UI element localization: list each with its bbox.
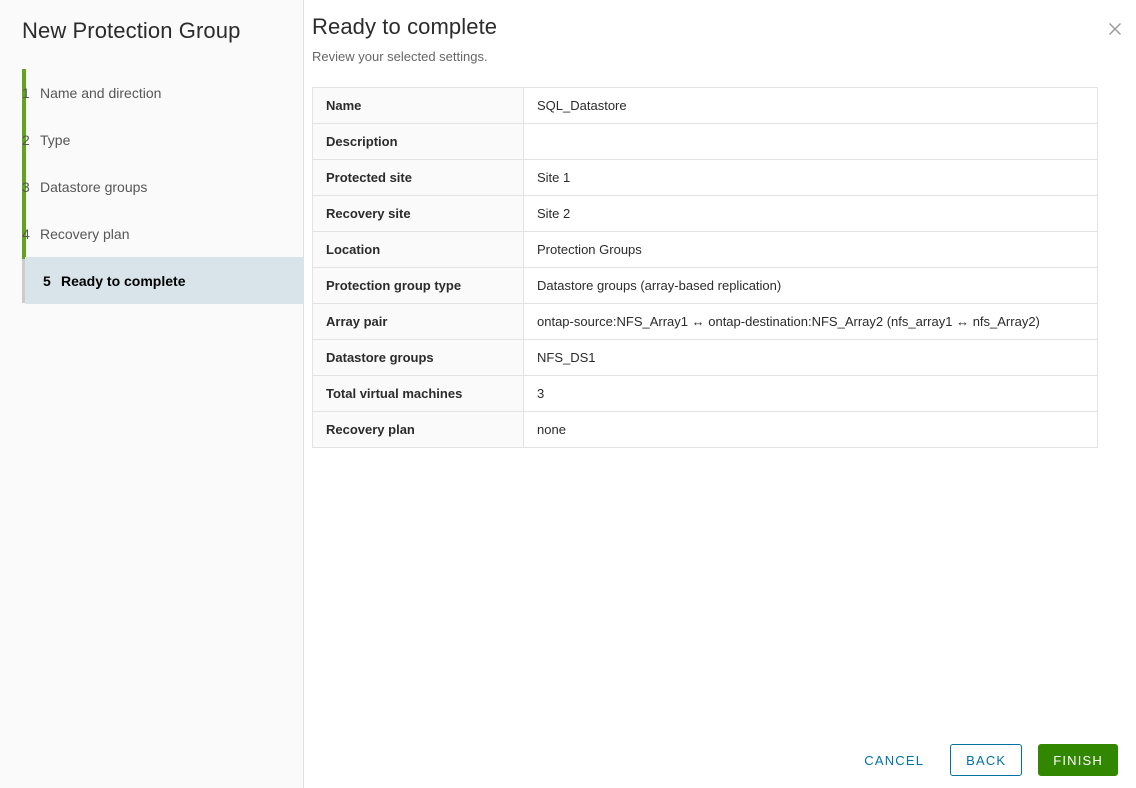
row-key: Recovery site	[312, 195, 524, 232]
sidebar-step-recovery-plan[interactable]: 4 Recovery plan	[0, 210, 303, 257]
row-key: Description	[312, 123, 524, 160]
row-key: Total virtual machines	[312, 375, 524, 412]
close-icon[interactable]	[1102, 16, 1128, 42]
row-value: 3	[523, 375, 1098, 412]
wizard-content: Ready to complete Review your selected s…	[304, 0, 1136, 788]
row-value: ontap-source:NFS_Array1 ↔ ontap-destinat…	[523, 303, 1098, 340]
table-row: Total virtual machines 3	[312, 375, 1098, 412]
row-key: Array pair	[312, 303, 524, 340]
wizard-step-list: 1 Name and direction 2 Type 3 Datastore …	[0, 69, 305, 304]
cancel-button[interactable]: Cancel	[854, 744, 934, 776]
row-key: Name	[312, 87, 524, 124]
step-number: 2	[22, 131, 30, 148]
table-row: Recovery site Site 2	[312, 195, 1098, 232]
row-value: Datastore groups (array-based replicatio…	[523, 267, 1098, 304]
table-row: Description	[312, 123, 1098, 160]
table-row: Protection group type Datastore groups (…	[312, 267, 1098, 304]
step-label: Ready to complete	[61, 272, 186, 289]
page-title: Ready to complete	[312, 14, 498, 39]
table-row: Protected site Site 1	[312, 159, 1098, 196]
sidebar-step-ready-to-complete[interactable]: 5 Ready to complete	[25, 257, 305, 304]
row-value: Site 2	[523, 195, 1098, 232]
wizard-title: New Protection Group	[22, 18, 241, 43]
row-value: SQL_Datastore	[523, 87, 1098, 124]
row-key: Protected site	[312, 159, 524, 196]
row-key: Location	[312, 231, 524, 268]
summary-table-wrap: Name SQL_Datastore Description Protected…	[304, 66, 1136, 448]
table-row: Recovery plan none	[312, 411, 1098, 448]
finish-button[interactable]: Finish	[1038, 744, 1118, 776]
table-row: Name SQL_Datastore	[312, 87, 1098, 124]
page-subtitle: Review your selected settings.	[312, 49, 488, 64]
step-label: Recovery plan	[40, 225, 130, 242]
row-key: Protection group type	[312, 267, 524, 304]
row-key: Datastore groups	[312, 339, 524, 376]
new-protection-group-wizard: New Protection Group 1 Name and directio…	[0, 0, 1136, 788]
row-value: NFS_DS1	[523, 339, 1098, 376]
sidebar-step-name-and-direction[interactable]: 1 Name and direction	[0, 69, 303, 116]
sidebar-step-datastore-groups[interactable]: 3 Datastore groups	[0, 163, 303, 210]
row-value: Protection Groups	[523, 231, 1098, 268]
row-value: Site 1	[523, 159, 1098, 196]
step-label: Datastore groups	[40, 178, 148, 195]
row-value: none	[523, 411, 1098, 448]
step-label: Type	[40, 131, 71, 148]
row-key: Recovery plan	[312, 411, 524, 448]
step-number: 3	[22, 178, 30, 195]
back-button[interactable]: Back	[950, 744, 1023, 776]
table-row: Array pair ontap-source:NFS_Array1 ↔ ont…	[312, 303, 1098, 340]
row-value	[523, 123, 1098, 160]
wizard-footer: Cancel Back Finish	[854, 744, 1118, 776]
table-row: Location Protection Groups	[312, 231, 1098, 268]
step-label: Name and direction	[40, 84, 162, 101]
step-number: 1	[22, 84, 30, 101]
table-row: Datastore groups NFS_DS1	[312, 339, 1098, 376]
summary-table: Name SQL_Datastore Description Protected…	[312, 87, 1098, 448]
wizard-sidebar: New Protection Group 1 Name and directio…	[0, 0, 305, 788]
step-number: 5	[43, 272, 51, 289]
sidebar-step-type[interactable]: 2 Type	[0, 116, 303, 163]
step-number: 4	[22, 225, 30, 242]
